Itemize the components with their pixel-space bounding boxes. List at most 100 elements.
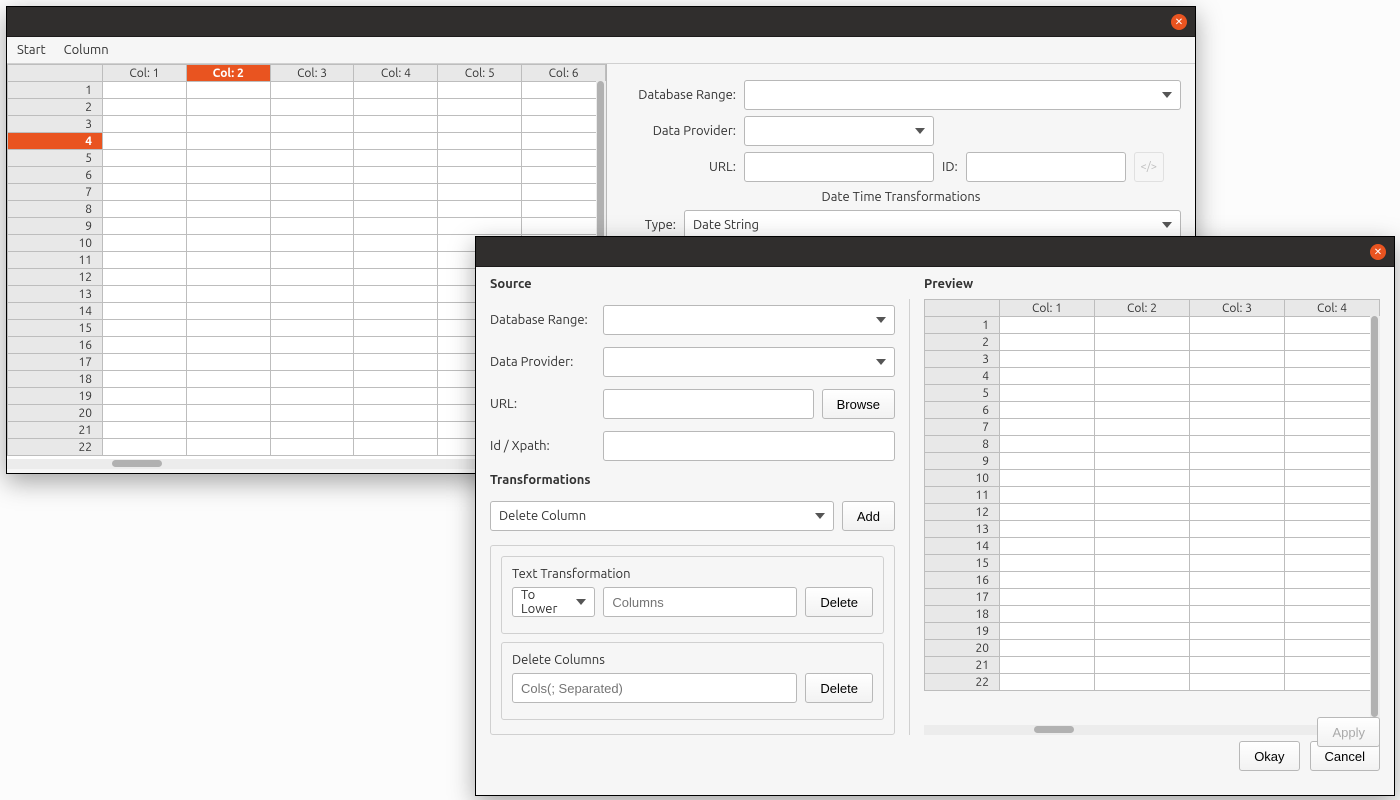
cell[interactable] — [186, 303, 270, 320]
cell[interactable] — [103, 99, 187, 116]
cell[interactable] — [103, 218, 187, 235]
cell[interactable] — [270, 184, 354, 201]
cell[interactable] — [1000, 640, 1095, 657]
cell[interactable] — [186, 184, 270, 201]
cell[interactable] — [1190, 317, 1285, 334]
row-header[interactable]: 21 — [8, 422, 103, 439]
cell[interactable] — [1190, 436, 1285, 453]
column-header[interactable]: Col: 4 — [354, 65, 438, 82]
cell[interactable] — [1190, 470, 1285, 487]
row-header[interactable]: 15 — [925, 555, 1000, 572]
cell[interactable] — [270, 150, 354, 167]
row-header[interactable]: 3 — [925, 351, 1000, 368]
add-button[interactable]: Add — [842, 501, 895, 531]
row-header[interactable]: 6 — [925, 402, 1000, 419]
cell[interactable] — [186, 388, 270, 405]
cell[interactable] — [1285, 504, 1380, 521]
cell[interactable] — [270, 405, 354, 422]
cell[interactable] — [270, 269, 354, 286]
cell[interactable] — [1000, 623, 1095, 640]
row-header[interactable]: 19 — [925, 623, 1000, 640]
cell[interactable] — [438, 150, 522, 167]
row-header[interactable]: 2 — [8, 99, 103, 116]
close-icon[interactable]: ✕ — [1370, 244, 1386, 260]
cell[interactable] — [1285, 402, 1380, 419]
row-header[interactable]: 5 — [8, 150, 103, 167]
cell[interactable] — [438, 184, 522, 201]
row-header[interactable]: 5 — [925, 385, 1000, 402]
text-transform-mode-select[interactable]: To Lower — [512, 587, 595, 617]
okay-button[interactable]: Okay — [1239, 741, 1299, 771]
cell[interactable] — [354, 320, 438, 337]
text-transform-delete-button[interactable]: Delete — [805, 587, 873, 617]
cell[interactable] — [1095, 487, 1190, 504]
cell[interactable] — [103, 252, 187, 269]
close-icon[interactable]: ✕ — [1171, 14, 1187, 30]
cell[interactable] — [1190, 538, 1285, 555]
dlg-url-input[interactable] — [603, 389, 814, 419]
cell[interactable] — [103, 337, 187, 354]
cell[interactable] — [1285, 351, 1380, 368]
cell[interactable] — [1000, 572, 1095, 589]
cell[interactable] — [186, 286, 270, 303]
cell[interactable] — [103, 371, 187, 388]
transformation-select[interactable]: Delete Column — [490, 501, 834, 531]
cell[interactable] — [1190, 589, 1285, 606]
cell[interactable] — [186, 422, 270, 439]
cell[interactable] — [1285, 317, 1380, 334]
cell[interactable] — [1095, 521, 1190, 538]
cell[interactable] — [1190, 385, 1285, 402]
row-header[interactable]: 11 — [925, 487, 1000, 504]
cell[interactable] — [270, 337, 354, 354]
row-header[interactable]: 22 — [925, 674, 1000, 691]
row-header[interactable]: 1 — [925, 317, 1000, 334]
cell[interactable] — [1095, 351, 1190, 368]
cell[interactable] — [354, 167, 438, 184]
cell[interactable] — [1000, 436, 1095, 453]
cell[interactable] — [354, 439, 438, 456]
cell[interactable] — [270, 82, 354, 99]
row-header[interactable]: 2 — [925, 334, 1000, 351]
cell[interactable] — [354, 303, 438, 320]
cell[interactable] — [270, 133, 354, 150]
id-xpath-input[interactable] — [603, 431, 895, 461]
column-header[interactable]: Col: 2 — [186, 65, 270, 82]
row-header[interactable]: 8 — [8, 201, 103, 218]
code-icon[interactable]: </> — [1134, 152, 1164, 182]
cell[interactable] — [1095, 674, 1190, 691]
cell[interactable] — [1095, 385, 1190, 402]
delete-columns-input[interactable] — [512, 673, 797, 703]
cell[interactable] — [103, 167, 187, 184]
cell[interactable] — [1095, 589, 1190, 606]
cell[interactable] — [438, 167, 522, 184]
dialog-titlebar[interactable]: ✕ — [476, 237, 1394, 267]
row-header[interactable]: 17 — [8, 354, 103, 371]
cell[interactable] — [1095, 504, 1190, 521]
cell[interactable] — [522, 116, 606, 133]
cell[interactable] — [186, 116, 270, 133]
cell[interactable] — [1190, 368, 1285, 385]
cell[interactable] — [103, 201, 187, 218]
cell[interactable] — [270, 354, 354, 371]
cell[interactable] — [1285, 453, 1380, 470]
cell[interactable] — [1285, 572, 1380, 589]
column-header[interactable]: Col: 2 — [1095, 300, 1190, 317]
column-header[interactable]: Col: 3 — [1190, 300, 1285, 317]
cell[interactable] — [1000, 453, 1095, 470]
cell[interactable] — [1190, 453, 1285, 470]
cell[interactable] — [354, 99, 438, 116]
cell[interactable] — [1095, 657, 1190, 674]
cell[interactable] — [186, 167, 270, 184]
cell[interactable] — [1190, 351, 1285, 368]
row-header[interactable]: 7 — [925, 419, 1000, 436]
cell[interactable] — [1000, 419, 1095, 436]
cell[interactable] — [1285, 606, 1380, 623]
db-range-select[interactable] — [744, 80, 1181, 110]
cell[interactable] — [1190, 572, 1285, 589]
cell[interactable] — [186, 82, 270, 99]
cell[interactable] — [1285, 538, 1380, 555]
cell[interactable] — [103, 439, 187, 456]
cell[interactable] — [270, 167, 354, 184]
cell[interactable] — [1000, 334, 1095, 351]
cell[interactable] — [1190, 402, 1285, 419]
